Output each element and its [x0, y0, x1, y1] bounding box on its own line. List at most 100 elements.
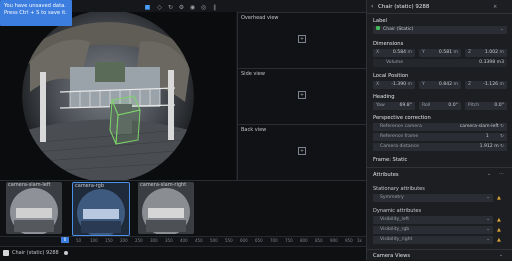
object-swatch-icon: [3, 250, 9, 256]
visibility-right-field[interactable]: Visibility_right ⌄: [373, 236, 493, 244]
camera-thumb-slam-left[interactable]: camera-slam-left: [6, 182, 62, 234]
timeline-tick: 750: [285, 238, 293, 243]
axis-label: X: [376, 50, 380, 55]
unit: m: [499, 50, 504, 55]
refresh-icon[interactable]: ↻: [500, 124, 504, 129]
camera-distance-row[interactable]: Camera distance 1.912 m ↻: [373, 143, 507, 151]
timeline-tick: 450: [195, 238, 203, 243]
visibility-left-field[interactable]: Visibility_left ⌄: [373, 216, 493, 224]
refresh-icon[interactable]: ↻: [500, 144, 504, 149]
camera-icon[interactable]: ◉: [189, 4, 196, 11]
keyframe-dot-icon: [64, 251, 68, 255]
reference-camera-label: Reference camera: [380, 124, 422, 129]
rotate-icon[interactable]: ↻: [167, 4, 174, 11]
warning-icon: ▲: [497, 195, 501, 201]
label-color-swatch: [376, 26, 380, 30]
back-view-panel[interactable]: Back view +: [237, 124, 366, 180]
target-icon[interactable]: ◎: [200, 4, 207, 11]
timeline-tick: 300: [150, 238, 158, 243]
viewport-toolbar: ■ ◇ ↻ ⚙ ◉ ◎ ∥: [140, 2, 240, 11]
chevron-down-icon: ⌄: [486, 227, 490, 232]
reference-camera-row[interactable]: Reference camera camera-slam-left ↻: [373, 123, 507, 131]
overhead-view-label: Overhead view: [241, 15, 279, 21]
refresh-icon[interactable]: ↻: [500, 134, 504, 139]
more-icon[interactable]: ⋯: [499, 171, 504, 177]
yaw-field[interactable]: Yaw 69.8°: [373, 102, 415, 110]
symmetry-field[interactable]: Symmetry ⌄: [373, 194, 493, 202]
chevron-down-icon: ⌄: [486, 237, 490, 242]
pos-z-field[interactable]: Z -1.126 m: [465, 81, 507, 89]
side-view-panel[interactable]: Side view +: [237, 68, 366, 124]
unsaved-data-toast[interactable]: You have unsaved data. Press Ctrl + S to…: [0, 0, 72, 26]
dim-z-value: 1.002: [484, 50, 499, 55]
chevron-down-icon: ⌄: [486, 195, 490, 200]
back-chevron-icon[interactable]: ‹: [371, 3, 373, 10]
pos-y-field[interactable]: Y 0.842 m: [419, 81, 461, 89]
timeline-tick: 850: [315, 238, 323, 243]
axis-label: Z: [468, 50, 472, 55]
settings-icon[interactable]: ⚙: [178, 4, 185, 11]
camera-label: camera-rgb: [75, 183, 104, 189]
back-view-label: Back view: [241, 127, 267, 133]
main-3d-viewport[interactable]: [0, 12, 236, 180]
dim-z-field[interactable]: Z 1.002 m: [465, 49, 507, 57]
dim-y-field[interactable]: Y 0.581 m: [419, 49, 461, 57]
pause-icon[interactable]: ∥: [211, 4, 218, 11]
dim-x-value: 0.584: [392, 50, 407, 55]
dim-y-value: 0.581: [438, 50, 453, 55]
pos-x-field[interactable]: X -1.390 m: [373, 81, 415, 89]
status-object-label[interactable]: Chair (static) 9288: [12, 250, 59, 256]
unit: m: [407, 50, 412, 55]
visibility-rgb-label: Visibility_rgb: [380, 227, 410, 232]
roll-value: 0.0°: [448, 103, 458, 108]
reference-frame-row[interactable]: Reference frame 1 ↻: [373, 133, 507, 141]
timeline-tick: 100: [90, 238, 98, 243]
timeline-tick: 150: [105, 238, 113, 243]
video-icon[interactable]: ■: [144, 4, 151, 11]
pitch-field[interactable]: Pitch 0.0°: [465, 102, 507, 110]
timeline-tick: 600: [240, 238, 248, 243]
overhead-view-panel[interactable]: Overhead view +: [237, 12, 366, 68]
camera-label: camera-slam-left: [8, 182, 51, 188]
close-icon[interactable]: ×: [493, 4, 497, 10]
axis-label: Z: [468, 82, 472, 87]
unit: m: [407, 82, 412, 87]
volume-label: Volume: [386, 60, 404, 65]
visibility-left-label: Visibility_left: [380, 217, 409, 222]
camera-thumb-slam-right[interactable]: camera-slam-right: [138, 182, 194, 234]
cube-icon[interactable]: ◇: [156, 4, 163, 11]
timeline-tick: 50: [76, 238, 82, 243]
axis-label: Y: [422, 82, 425, 87]
reference-camera-value: camera-slam-left: [459, 124, 499, 129]
pos-z-value: -1.126: [483, 82, 499, 87]
pitch-value: 0.0°: [494, 103, 504, 108]
timeline-tick: 400: [180, 238, 188, 243]
camera-distance-label: Camera distance: [380, 144, 419, 149]
stationary-attributes-title: Stationary attributes: [373, 186, 425, 192]
side-view-label: Side view: [241, 71, 265, 77]
warning-icon: ▲: [497, 217, 501, 223]
unit: m: [499, 82, 504, 87]
timeline-playhead[interactable]: 0: [61, 237, 69, 243]
chevron-down-icon[interactable]: ⌄: [499, 252, 503, 258]
chevron-down-icon: ⌄: [500, 27, 504, 32]
timeline-tick: 950: [345, 238, 353, 243]
pos-x-value: -1.390: [391, 82, 407, 87]
visibility-rgb-field[interactable]: Visibility_rgb ⌄: [373, 226, 493, 234]
camera-views-section-title: Camera Views: [373, 253, 411, 259]
local-position-section-title: Local Position: [373, 73, 409, 79]
timeline-tick: 900: [330, 238, 338, 243]
dim-x-field[interactable]: X 0.584 m: [373, 49, 415, 57]
camera-label: camera-slam-right: [140, 182, 187, 188]
label-select[interactable]: Chair (Static) ⌄: [373, 26, 507, 34]
pos-y-value: 0.842: [438, 82, 453, 87]
roll-field[interactable]: Roll 0.0°: [419, 102, 461, 110]
chevron-down-icon[interactable]: ⌄: [487, 171, 491, 177]
fisheye-camera-image: [0, 12, 236, 180]
divider: [367, 167, 512, 168]
dimensions-section-title: Dimensions: [373, 41, 404, 47]
yaw-value: 69.8°: [399, 103, 412, 108]
unit: m: [453, 82, 458, 87]
camera-thumb-rgb[interactable]: camera-rgb: [72, 182, 130, 236]
label-value: Chair (Static): [383, 27, 414, 32]
